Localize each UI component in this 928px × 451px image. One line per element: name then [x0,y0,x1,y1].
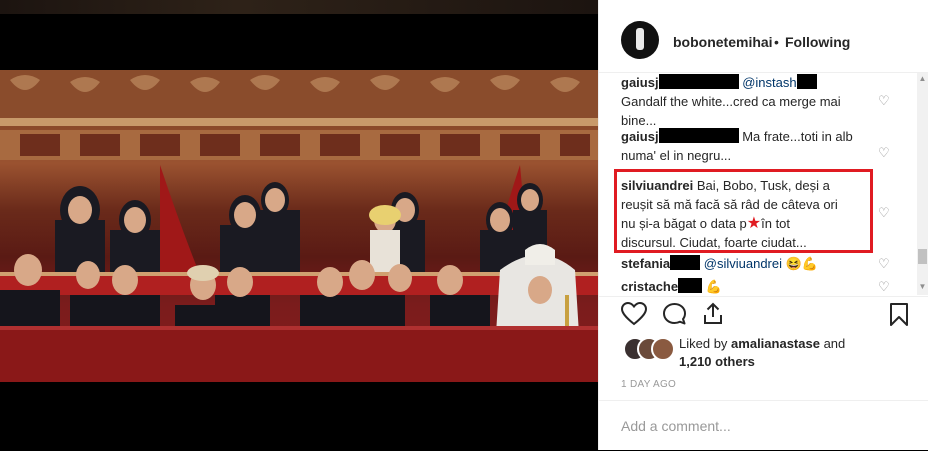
scrollbar-thumb[interactable] [918,249,927,264]
post-media-pane[interactable] [0,0,598,450]
add-comment-bar: Add a comment... [599,400,928,451]
comment-text: în tot [761,216,791,231]
header-separator: • [774,34,779,50]
likes-others-link[interactable]: 1,210 others [679,354,755,369]
redaction-bar [678,278,703,293]
comment-like-heart-icon[interactable]: ♡ [878,146,891,159]
redaction-bar [670,255,701,270]
comment-text: Gandalf the white...cred ca merge mai bi… [621,94,841,128]
post-timestamp[interactable]: 1 DAY AGO [621,379,676,390]
add-comment-input[interactable]: Add a comment... [621,418,731,434]
comment-text: Bai, Bobo, Tusk, deși a [696,178,830,193]
action-bar [599,296,928,331]
comment-mention[interactable]: @silviuandrei [704,256,782,271]
avatar[interactable] [651,337,675,361]
comment-icon[interactable] [662,302,687,326]
likes-summary: Liked by amalianastase and 1,210 others [679,335,879,371]
comment-mention[interactable]: @instash [742,75,796,90]
comment-username[interactable]: cristache [621,279,678,294]
list-item: cristache 💪 [621,277,876,295]
list-item: gaiusj @instash Gandalf the white...cred… [621,73,876,130]
comment-username[interactable]: silviuandrei [621,178,693,193]
scroll-down-icon[interactable]: ▼ [917,281,928,293]
scroll-up-icon[interactable]: ▲ [917,73,928,85]
comment-like-heart-icon[interactable]: ♡ [878,280,891,293]
list-item: silviuandrei Bai, Bobo, Tusk, deși a reu… [621,176,863,252]
post-photo [0,70,598,382]
redaction-bar [658,74,739,89]
comment-text: nu și-a băgat o data p [621,216,747,231]
likes-user-link[interactable]: amalianastase [731,336,820,351]
star-icon: ★ [746,215,762,232]
likes-prefix: Liked by [679,336,728,351]
follow-button[interactable]: Following [785,34,850,50]
redaction-bar [658,128,739,143]
bookmark-icon[interactable] [889,302,909,327]
comment-text: reușit să mă facă să râd de câteva ori [621,197,838,212]
comment-username[interactable]: stefania [621,256,670,271]
heart-icon[interactable] [621,302,647,326]
comments-list[interactable]: gaiusj @instash Gandalf the white...cred… [599,73,928,295]
comment-emoji: 😆💪 [785,256,818,271]
post-header: bobonetemihai • Following [599,0,928,73]
list-item: stefania @silviuandrei 😆💪 [621,254,876,273]
comment-username[interactable]: gaiusj [621,75,659,90]
comment-like-heart-icon[interactable]: ♡ [878,206,891,219]
photo-top-strip [0,0,598,14]
avatar[interactable] [621,21,659,59]
comment-like-heart-icon[interactable]: ♡ [878,94,891,107]
likes-and: and [823,336,846,351]
redaction-bar [796,74,817,89]
post-sidebar: bobonetemihai • Following gaiusj @instas… [598,0,928,450]
comment-like-heart-icon[interactable]: ♡ [878,257,891,270]
comment-emoji: 💪 [705,279,722,294]
header-username[interactable]: bobonetemihai [673,34,773,50]
share-icon[interactable] [701,302,725,326]
comment-username[interactable]: gaiusj [621,129,659,144]
list-item: gaiusj Ma frate...toti in alb numa' el i… [621,127,876,165]
comment-text: discursul. Ciudat, foarte ciudat... [621,235,807,250]
